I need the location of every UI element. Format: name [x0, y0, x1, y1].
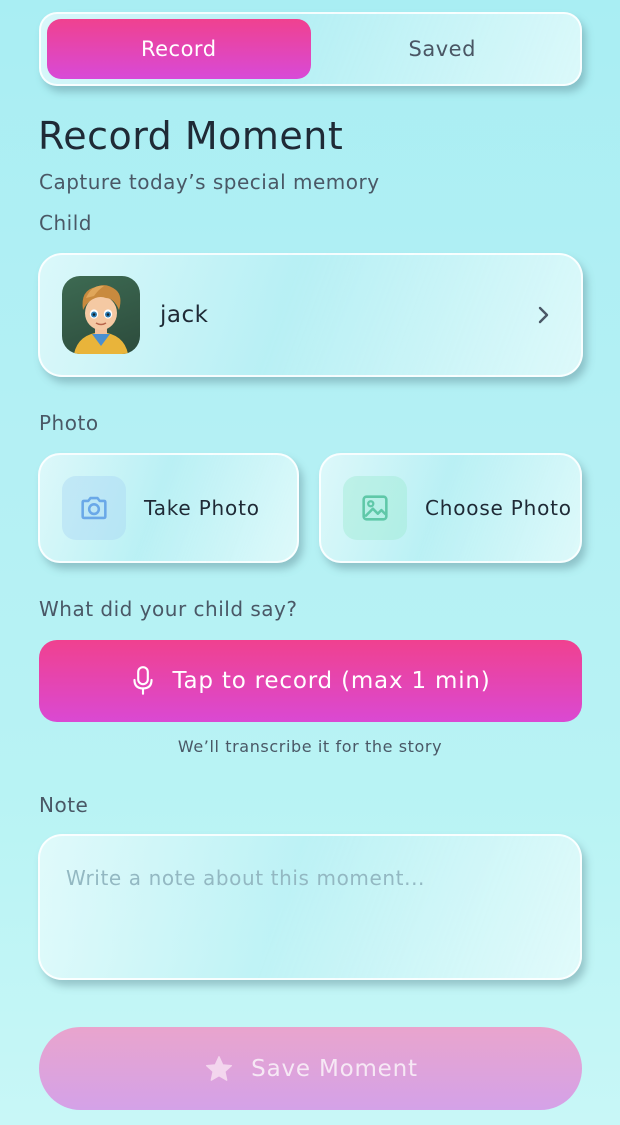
star-icon	[206, 1055, 233, 1081]
record-button[interactable]: Tap to record (max 1 min)	[39, 640, 582, 722]
child-avatar	[62, 276, 140, 354]
tab-switcher: Record Saved	[39, 12, 582, 86]
note-section-label: Note	[39, 793, 89, 817]
child-name: jack	[160, 302, 209, 328]
photo-section-label: Photo	[39, 411, 99, 435]
save-moment-label: Save Moment	[251, 1055, 418, 1082]
camera-icon	[62, 476, 126, 540]
take-photo-label: Take Photo	[144, 496, 260, 520]
note-field-container	[38, 834, 582, 980]
take-photo-button[interactable]: Take Photo	[38, 453, 299, 563]
save-moment-button[interactable]: Save Moment	[39, 1027, 582, 1110]
chevron-right-icon	[538, 306, 549, 324]
choose-photo-label: Choose Photo	[425, 496, 572, 520]
record-button-label: Tap to record (max 1 min)	[172, 668, 491, 694]
transcribe-hint: We’ll transcribe it for the story	[177, 737, 443, 756]
tab-saved[interactable]: Saved	[311, 19, 575, 79]
choose-photo-button[interactable]: Choose Photo	[319, 453, 582, 563]
page-title: Record Moment	[38, 114, 344, 158]
microphone-icon	[133, 666, 154, 695]
note-input[interactable]	[66, 866, 554, 948]
page-subtitle: Capture today’s special memory	[39, 170, 380, 194]
child-selector[interactable]: jack	[38, 253, 583, 377]
tab-record[interactable]: Record	[47, 19, 311, 79]
voice-section-label: What did your child say?	[39, 597, 298, 621]
child-section-label: Child	[39, 211, 92, 235]
image-icon	[343, 476, 407, 540]
